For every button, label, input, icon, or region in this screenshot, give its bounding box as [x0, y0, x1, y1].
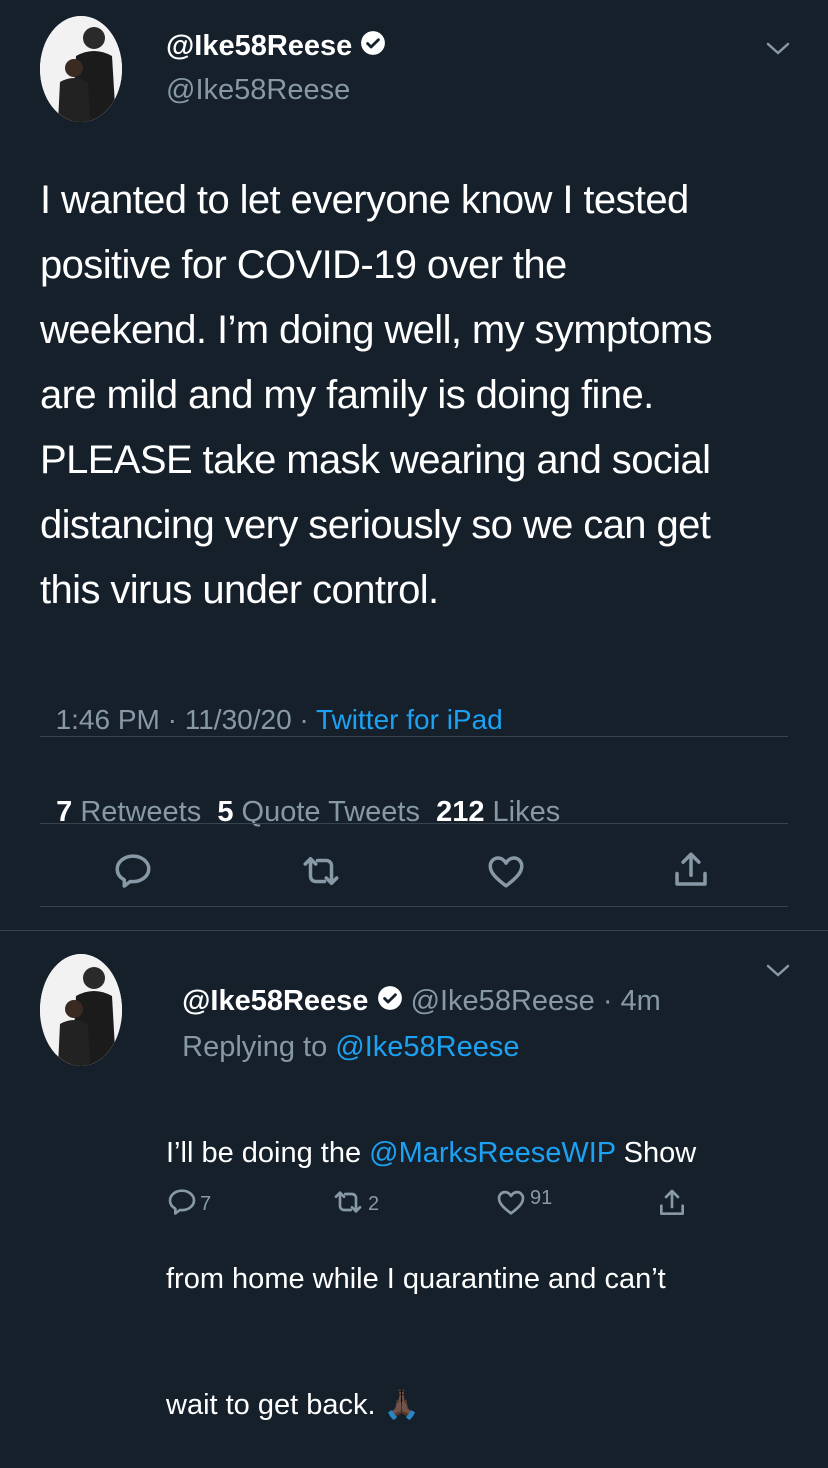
- reply-text: I’ll be doing the @MarksReeseWIP Show fr…: [166, 1048, 786, 1468]
- share-icon: [656, 1186, 688, 1225]
- retweet-icon: [330, 1186, 366, 1223]
- reply-comment-button[interactable]: 7: [166, 1186, 211, 1223]
- reply-text-line: wait to get back.: [166, 1389, 376, 1421]
- tweet-timestamp[interactable]: 1:46 PM · 11/30/20 ·: [56, 704, 316, 735]
- like-icon[interactable]: [484, 850, 528, 892]
- tweet-text-line: I wanted to let everyone know I tested: [40, 178, 689, 222]
- author-handle[interactable]: @Ike58Reese: [166, 74, 350, 107]
- tweet-text-line: this virus under control.: [40, 568, 439, 612]
- reply-avatar[interactable]: [40, 954, 122, 1066]
- tweet-text-line: PLEASE take mask wearing and social: [40, 438, 711, 482]
- author-display-name[interactable]: @Ike58Reese: [166, 30, 352, 62]
- reply-text-line: Show: [615, 1137, 697, 1169]
- reply-text-line: from home while I quarantine and can’t: [166, 1263, 666, 1295]
- reply-comment-count: 7: [200, 1193, 212, 1215]
- tweet-stats: 7 Retweets 5 Quote Tweets 212 Likes: [40, 763, 560, 829]
- mention-link[interactable]: @MarksReeseWIP: [369, 1137, 615, 1169]
- section-divider: [0, 930, 828, 931]
- reply-icon[interactable]: [112, 850, 154, 892]
- reply-icon: [166, 1186, 198, 1223]
- like-icon: [494, 1186, 528, 1223]
- tweet-source-link[interactable]: Twitter for iPad: [316, 704, 503, 735]
- tweet-text-line: positive for COVID-19 over the: [40, 243, 567, 287]
- reply-share-button[interactable]: [656, 1186, 688, 1225]
- reply-like-button[interactable]: 91: [494, 1186, 552, 1223]
- divider: [40, 906, 788, 907]
- chevron-down-icon[interactable]: [764, 38, 792, 63]
- reply-text-line: I’ll be doing the: [166, 1137, 370, 1169]
- emoji-pray: 🙏🏿: [383, 1389, 420, 1421]
- reply-retweet-count: 2: [368, 1193, 380, 1215]
- reply-chevron-down-icon[interactable]: [764, 960, 792, 985]
- reply-like-count: 91: [530, 1187, 553, 1209]
- tweet-text-line: are mild and my family is doing fine.: [40, 373, 654, 417]
- share-icon[interactable]: [670, 848, 712, 892]
- tweet-text: I wanted to let everyone know I tested p…: [40, 168, 800, 623]
- tweet-text-line: distancing very seriously so we can get: [40, 503, 711, 547]
- avatar[interactable]: [40, 16, 122, 122]
- reply-retweet-button[interactable]: 2: [330, 1186, 379, 1223]
- divider: [40, 823, 788, 824]
- verified-badge-icon: [360, 30, 386, 64]
- divider: [40, 736, 788, 737]
- tweet-text-line: weekend. I’m doing well, my symptoms: [40, 308, 713, 352]
- retweet-icon[interactable]: [298, 850, 344, 892]
